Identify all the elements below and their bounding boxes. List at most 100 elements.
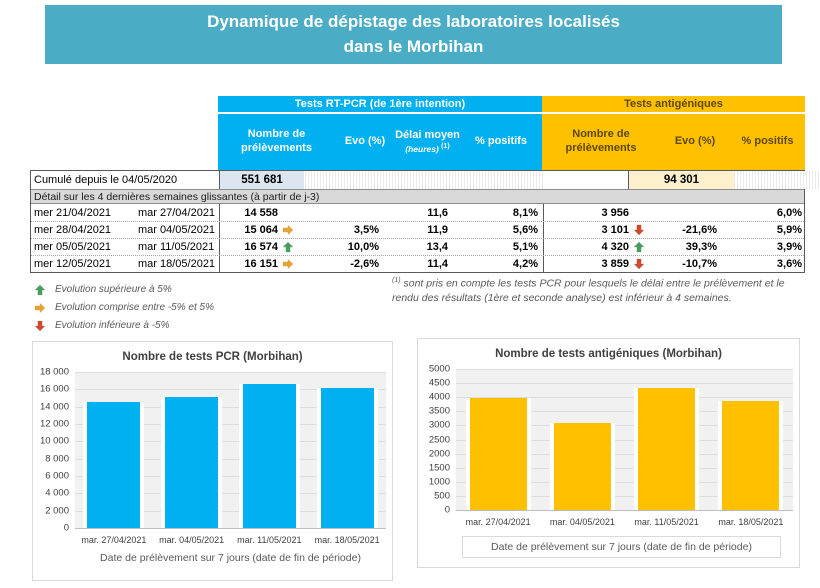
week-end-date: mar 04/05/2021 xyxy=(135,222,219,238)
flat-arrow-icon xyxy=(33,301,47,314)
bars xyxy=(456,369,793,510)
up-arrow-glyph xyxy=(282,241,294,253)
down-arrow-glyph xyxy=(633,258,645,270)
pcr-trend-icon xyxy=(280,258,296,271)
bar-cell xyxy=(456,369,540,510)
ag-nombre-cell: 3 956 xyxy=(543,204,649,221)
pcr-trend-icon xyxy=(280,206,296,219)
ag-positifs-cell: 3,9% xyxy=(721,239,806,255)
ag-nombre-cell: 3 859 xyxy=(543,256,649,272)
footnote: (1) sont pris en compte les tests PCR po… xyxy=(392,276,810,305)
ag-trend-icon xyxy=(631,241,647,254)
column-header-ag-evo: Evo (%) xyxy=(660,114,730,170)
bars xyxy=(75,372,386,528)
week-end-date: mar 27/04/2021 xyxy=(135,204,219,221)
column-header-ag-positifs: % positifs xyxy=(730,114,805,170)
table-column-headers: Nombre de prélèvements Evo (%) Délai moy… xyxy=(30,114,805,170)
delai-footnote-ref: (1) xyxy=(441,143,450,150)
ag-nombre-cell: 4 320 xyxy=(543,239,649,255)
y-tick-label: 3000 xyxy=(429,420,450,431)
pcr-delai-cell: 11,6 xyxy=(403,204,458,221)
y-tick-label: 10 000 xyxy=(40,436,69,447)
y-tick-label: 8 000 xyxy=(45,453,69,464)
pcr-nombre-cell: 15 064 xyxy=(219,222,304,238)
pcr-delai-cell: 11,4 xyxy=(403,256,458,272)
x-tick-label: mar. 27/04/2021 xyxy=(456,517,540,527)
pcr-nombre-value: 16 574 xyxy=(244,241,278,253)
week-start-date: mer 21/04/2021 xyxy=(31,204,135,221)
footnote-marker: (1) xyxy=(392,277,401,284)
ag-nombre-value: 3 956 xyxy=(601,207,629,219)
column-header-pcr-nombre: Nombre de prélèvements xyxy=(218,114,335,170)
ag-positifs-cell: 6,0% xyxy=(721,204,806,221)
x-axis-labels: mar. 27/04/2021mar. 04/05/2021mar. 11/05… xyxy=(75,535,386,545)
y-tick-label: 6 000 xyxy=(45,471,69,482)
column-header-pcr-delai: Délai moyen (heures) (1) xyxy=(395,114,460,170)
x-axis-title: Date de prélèvement sur 7 jours (date de… xyxy=(75,552,386,564)
legend-item-flat: Evolution comprise entre -5% et 5% xyxy=(33,299,214,316)
trend-legend: Evolution supérieure à 5% Evolution comp… xyxy=(33,281,214,335)
y-tick-label: 0 xyxy=(64,523,69,534)
ag-evo-cell xyxy=(649,204,721,221)
chart-title: Nombre de tests PCR (Morbihan) xyxy=(33,342,392,372)
week-start-date: mer 05/05/2021 xyxy=(31,239,135,255)
cumulative-pcr-value: 551 681 xyxy=(219,171,304,189)
pcr-nombre-value: 15 064 xyxy=(244,224,278,236)
page-title-line2: dans le Morbihan xyxy=(344,35,484,60)
table-group-header: Tests RT-PCR (de 1ère intention) Tests a… xyxy=(30,96,805,112)
y-tick-label: 500 xyxy=(434,490,450,501)
pcr-nombre-cell: 16 574 xyxy=(219,239,304,255)
pcr-nombre-value: 14 558 xyxy=(244,207,278,219)
cumulative-ag-hatch xyxy=(734,171,820,189)
table-body: Cumulé depuis le 04/05/2020 551 681 94 3… xyxy=(30,170,805,273)
column-header-spacer xyxy=(30,114,218,170)
pcr-evo-cell: -2,6% xyxy=(304,256,403,272)
bar-cell xyxy=(75,372,153,528)
bar-cell xyxy=(625,369,709,510)
y-tick-label: 4500 xyxy=(429,378,450,389)
ag-positifs-cell: 5,9% xyxy=(721,222,806,238)
x-axis-labels: mar. 27/04/2021mar. 04/05/2021mar. 11/05… xyxy=(456,517,793,527)
ag-evo-cell: -21,6% xyxy=(649,222,721,238)
week-start-date: mer 28/04/2021 xyxy=(31,222,135,238)
x-tick-label: mar. 18/05/2021 xyxy=(709,517,793,527)
pcr-delai-cell: 11,9 xyxy=(403,222,458,238)
detail-section-label: Détail sur les 4 dernières semaines glis… xyxy=(31,189,804,204)
legend-item-down: Evolution inférieure à -5% xyxy=(33,317,214,334)
x-tick-label: mar. 04/05/2021 xyxy=(153,535,231,545)
tests-table: Tests RT-PCR (de 1ère intention) Tests a… xyxy=(30,96,805,273)
ag-trend-icon xyxy=(631,206,647,219)
plot-wrapper: mar. 27/04/2021mar. 04/05/2021mar. 11/05… xyxy=(75,372,386,564)
up-arrow-glyph xyxy=(633,241,645,253)
bar xyxy=(554,423,611,510)
x-tick-label: mar. 18/05/2021 xyxy=(308,535,386,545)
table-row: mer 12/05/2021 mar 18/05/2021 16 151 -2,… xyxy=(31,255,804,272)
pcr-trend-icon xyxy=(280,224,296,237)
down-arrow-icon xyxy=(33,319,47,332)
column-header-pcr-positifs: % positifs xyxy=(460,114,542,170)
group-header-pcr: Tests RT-PCR (de 1ère intention) xyxy=(218,96,542,112)
pcr-positifs-cell: 5,1% xyxy=(458,239,543,255)
bar xyxy=(470,398,527,510)
column-header-ag-nombre: Nombre de prélèvements xyxy=(542,114,660,170)
footnote-text: sont pris en compte les tests PCR pour l… xyxy=(392,278,785,304)
ag-nombre-value: 3 101 xyxy=(601,224,629,236)
legend-item-up: Evolution supérieure à 5% xyxy=(33,281,214,298)
pcr-positifs-cell: 5,6% xyxy=(458,222,543,238)
y-tick-label: 2500 xyxy=(429,434,450,445)
week-start-date: mer 12/05/2021 xyxy=(31,256,135,272)
table-row: mer 05/05/2021 mar 11/05/2021 16 574 10,… xyxy=(31,238,804,255)
y-tick-label: 0 xyxy=(445,505,450,516)
legend-label: Evolution supérieure à 5% xyxy=(55,284,172,295)
x-tick-label: mar. 11/05/2021 xyxy=(625,517,709,527)
bar xyxy=(165,397,218,528)
table-row: mer 28/04/2021 mar 04/05/2021 15 064 3,5… xyxy=(31,221,804,238)
pcr-nombre-value: 16 151 xyxy=(244,258,278,270)
ag-nombre-value: 4 320 xyxy=(601,241,629,253)
y-tick-label: 3500 xyxy=(429,406,450,417)
bar-cell xyxy=(540,369,624,510)
y-tick-label: 2000 xyxy=(429,448,450,459)
delai-label: Délai moyen xyxy=(395,129,460,143)
pcr-positifs-cell: 4,2% xyxy=(458,256,543,272)
ag-trend-icon xyxy=(631,258,647,271)
